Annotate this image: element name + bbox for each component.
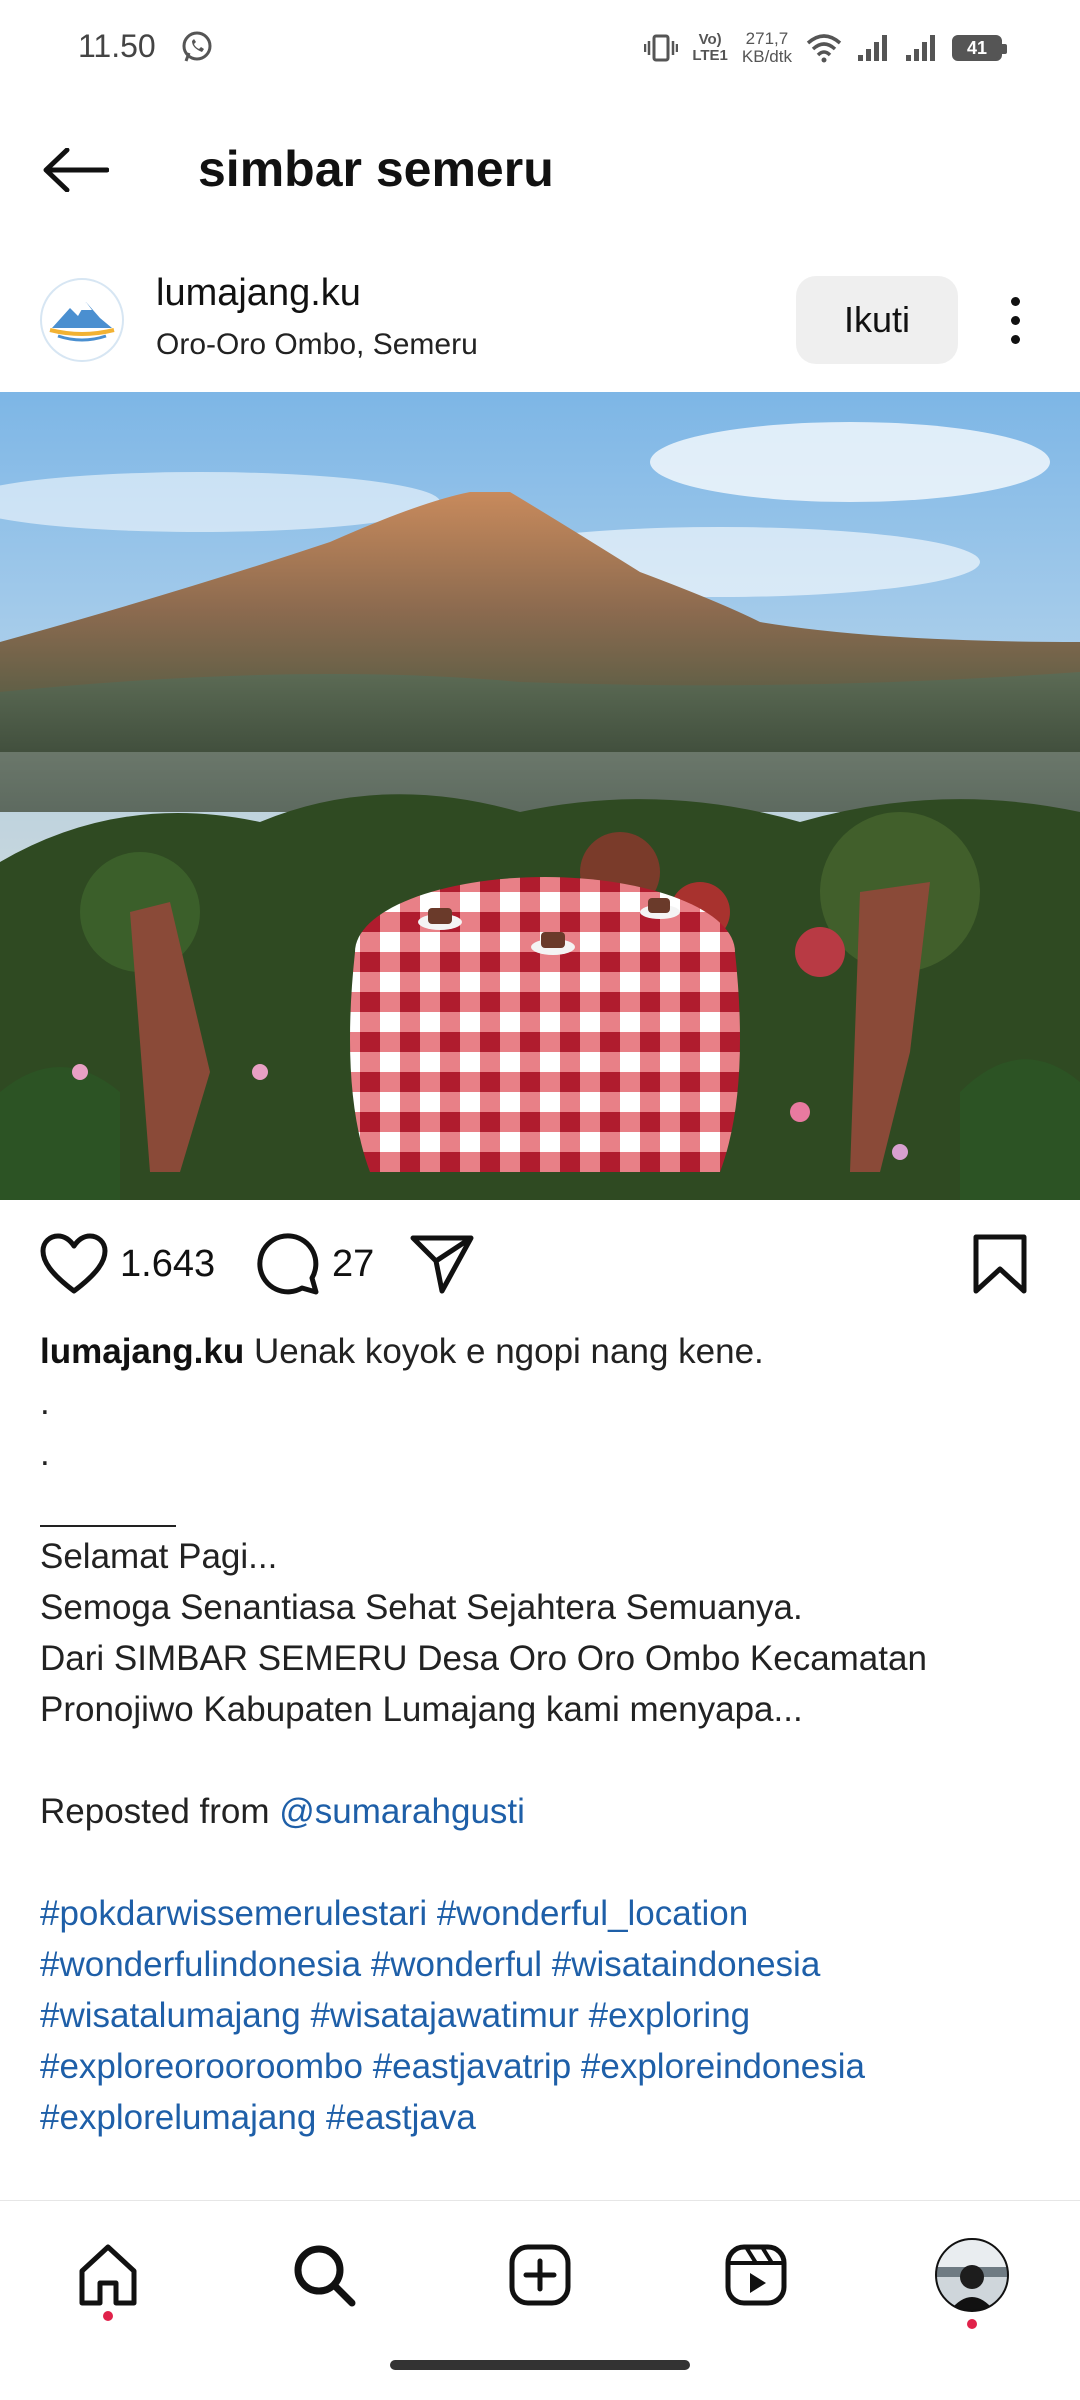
hashtag-link[interactable]: #eastjavatrip xyxy=(373,2047,571,2086)
profile-avatar xyxy=(935,2238,1009,2312)
hashtag-line: #explorelumajang #eastjava xyxy=(40,2092,1040,2143)
page-title: simbar semeru xyxy=(198,141,554,197)
signal-icon xyxy=(858,35,887,61)
hashtag-line: #wisatalumajang #wisatajawatimur #explor… xyxy=(40,1990,1040,2041)
home-indicator[interactable] xyxy=(390,2360,690,2370)
nav-reels[interactable] xyxy=(716,2235,796,2315)
vibrate-icon xyxy=(644,34,679,62)
lumajang-logo-icon xyxy=(44,282,120,358)
search-icon xyxy=(294,2245,356,2307)
status-icons: Vo) LTE1 271,7 KB/dtk 41 xyxy=(644,26,1007,70)
status-bar: 11.50 Vo) LTE1 271,7 KB/dtk 41 xyxy=(0,0,1080,96)
hashtag-line: #exploreorooroombo #eastjavatrip #explor… xyxy=(40,2041,1040,2092)
caption-reposted: Reposted from @sumarahgusti xyxy=(40,1786,1040,1837)
hashtag-link[interactable]: #wisatalumajang xyxy=(40,1996,301,2035)
author-username[interactable]: lumajang.ku xyxy=(156,272,361,315)
hashtag-line: #pokdarwissemerulestari #wonderful_locat… xyxy=(40,1888,1040,1939)
bookmark-icon xyxy=(973,1234,1027,1294)
network-speed: 271,7 KB/dtk xyxy=(741,29,792,66)
post-caption: lumajang.ku Uenak koyok e ngopi nang ken… xyxy=(40,1326,1040,2143)
post-header: lumajang.ku Oro-Oro Ombo, Semeru Ikuti xyxy=(0,262,1080,390)
hashtag-link[interactable]: #pokdarwissemerulestari xyxy=(40,1894,427,1933)
hashtag-link[interactable]: #wonderful_location xyxy=(437,1894,748,1933)
caption-separator xyxy=(40,1525,176,1527)
comment-action[interactable]: 27 xyxy=(256,1228,374,1300)
like-action[interactable]: 1.643 xyxy=(40,1228,215,1300)
whatsapp-icon xyxy=(182,31,212,62)
comment-count[interactable]: 27 xyxy=(332,1243,374,1286)
caption-wish: Semoga Senantiasa Sehat Sejahtera Semuan… xyxy=(40,1588,803,1627)
share-action[interactable] xyxy=(410,1228,474,1300)
caption-first-line: lumajang.ku Uenak koyok e ngopi nang ken… xyxy=(40,1326,1040,1377)
hashtag-link[interactable]: #wonderfulindonesia xyxy=(40,1945,361,1984)
hashtag-link[interactable]: #explorelumajang xyxy=(40,2098,316,2137)
hashtag-link[interactable]: #wisatajawatimur xyxy=(310,1996,578,2035)
nav-create[interactable] xyxy=(500,2235,580,2315)
hashtag-line: #wonderfulindonesia #wonderful #wisatain… xyxy=(40,1939,1040,1990)
author-avatar[interactable] xyxy=(40,278,124,362)
caption-dot: . xyxy=(40,1383,50,1422)
paper-plane-icon xyxy=(410,1235,474,1294)
caption-from-line: Dari SIMBAR SEMERU Desa Oro Oro Ombo Kec… xyxy=(40,1639,927,1678)
reels-icon xyxy=(725,2244,787,2306)
hashtag-link[interactable]: #wisataindonesia xyxy=(552,1945,821,1984)
hashtag-link[interactable]: #exploring xyxy=(589,1996,751,2035)
reposted-prefix: Reposted from xyxy=(40,1792,280,1831)
hashtag-link[interactable]: #wonderful xyxy=(371,1945,542,1984)
caption-username[interactable]: lumajang.ku xyxy=(40,1332,244,1371)
more-vertical-icon xyxy=(1010,296,1020,306)
post-location[interactable]: Oro-Oro Ombo, Semeru xyxy=(156,328,478,362)
add-icon xyxy=(509,2244,571,2306)
caption-dot: . xyxy=(40,1434,50,1473)
home-notification-dot xyxy=(103,2311,113,2321)
mountain-photo xyxy=(0,392,1080,1200)
follow-button[interactable]: Ikuti xyxy=(796,276,958,364)
comment-icon xyxy=(257,1233,319,1295)
caption-text: Uenak koyok e ngopi nang kene. xyxy=(253,1332,764,1371)
battery-indicator: 41 xyxy=(952,35,1007,61)
lte-indicator: Vo) LTE1 xyxy=(692,31,728,64)
save-action[interactable] xyxy=(972,1228,1028,1300)
heart-icon xyxy=(40,1233,108,1294)
arrow-left-icon xyxy=(43,148,109,192)
caption-greeting: Selamat Pagi... xyxy=(40,1537,278,1576)
post-actions: 1.643 27 xyxy=(0,1228,1080,1308)
hashtag-link[interactable]: #eastjava xyxy=(326,2098,476,2137)
hashtag-link[interactable]: #exploreindonesia xyxy=(581,2047,865,2086)
reposted-user-link[interactable]: @sumarahgusti xyxy=(279,1792,525,1831)
nav-home[interactable] xyxy=(68,2235,148,2321)
bottom-navigation xyxy=(0,2200,1080,2340)
like-count[interactable]: 1.643 xyxy=(120,1243,215,1286)
nav-profile[interactable] xyxy=(932,2235,1012,2329)
caption-from-line: Pronojiwo Kabupaten Lumajang kami menyap… xyxy=(40,1690,803,1729)
post-image[interactable] xyxy=(0,392,1080,1200)
home-icon xyxy=(79,2244,137,2306)
signal-icon-2 xyxy=(906,35,935,61)
hashtag-link[interactable]: #exploreorooroombo xyxy=(40,2047,363,2086)
top-header: simbar semeru xyxy=(0,110,1080,230)
wifi-icon xyxy=(806,34,842,63)
status-time: 11.50 xyxy=(78,28,156,64)
nav-search[interactable] xyxy=(284,2235,364,2315)
profile-notification-dot xyxy=(967,2319,977,2329)
more-options-button[interactable] xyxy=(990,288,1040,352)
back-button[interactable] xyxy=(36,134,116,206)
